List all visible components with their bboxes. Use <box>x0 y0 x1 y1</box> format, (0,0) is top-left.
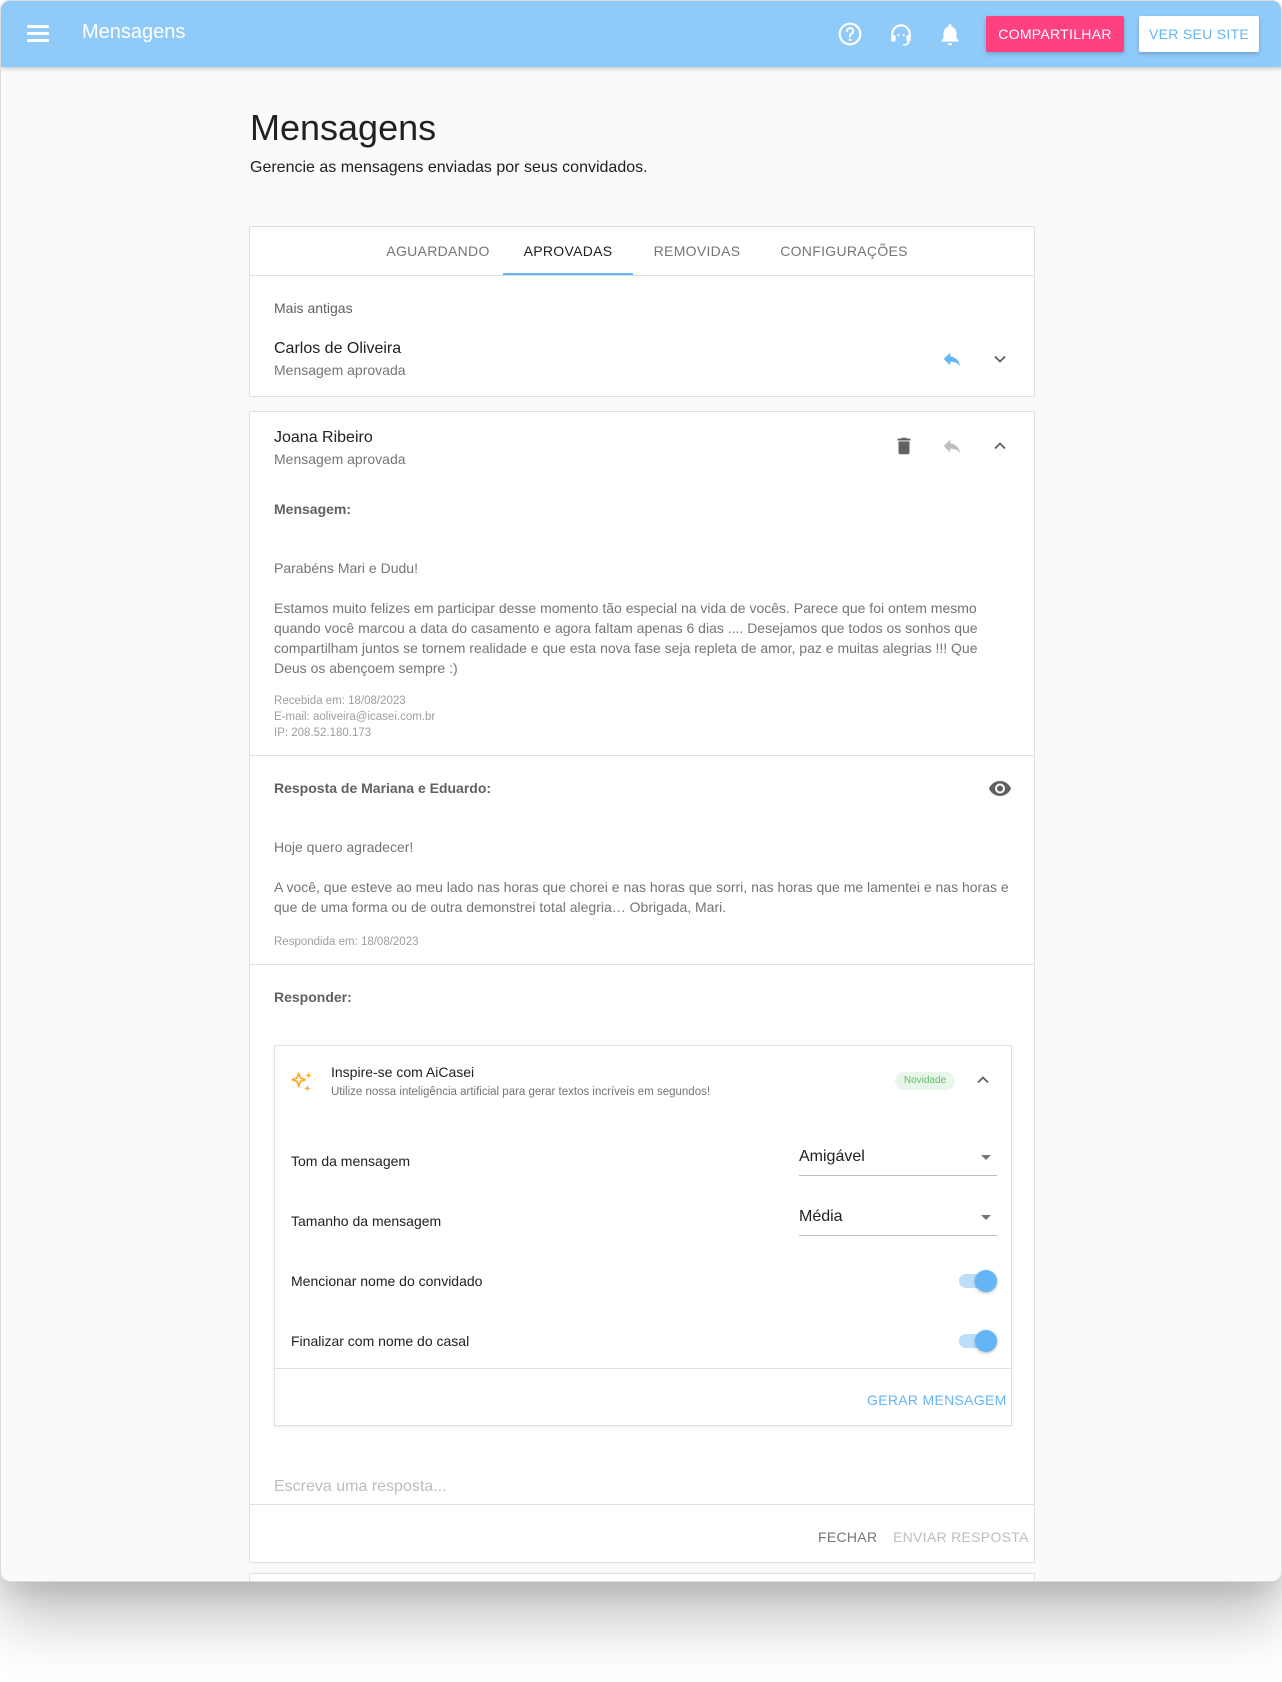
tab-aprovadas[interactable]: APROVADAS <box>503 227 633 275</box>
top-app-bar: Mensagens COMPARTILHAR VER SEU SITE <box>1 1 1281 67</box>
received-date: Recebida em: 18/08/2023 <box>274 695 406 707</box>
help-icon[interactable] <box>837 21 863 47</box>
message-sender-name[interactable]: Joana Ribeiro <box>274 429 373 447</box>
tab-indicator <box>503 273 633 275</box>
app-title: Mensagens <box>82 21 186 43</box>
ai-title: Inspire-se com AiCasei <box>331 1064 475 1080</box>
sender-email: E-mail: aoliveira@icasei.com.br <box>274 711 436 723</box>
sparkle-icon <box>291 1072 312 1092</box>
divider <box>250 1504 1034 1505</box>
tone-select[interactable]: Amigável <box>799 1140 997 1176</box>
size-value: Média <box>799 1208 843 1225</box>
delete-icon[interactable] <box>890 432 918 460</box>
mention-guest-toggle[interactable] <box>959 1269 997 1293</box>
chevron-up-icon[interactable] <box>969 1066 997 1094</box>
tab-bar: AGUARDANDO APROVADAS REMOVIDAS CONFIGURA… <box>250 227 1034 276</box>
mention-guest-label: Mencionar nome do convidado <box>291 1273 483 1289</box>
new-badge: Novidade <box>895 1072 955 1090</box>
send-reply-button[interactable]: ENVIAR RESPOSTA <box>893 1529 1029 1545</box>
reply-section-label: Resposta de Mariana e Eduardo: <box>274 780 492 796</box>
message-status: Mensagem aprovada <box>274 362 406 378</box>
tone-value: Amigável <box>799 1148 865 1165</box>
tab-removidas[interactable]: REMOVIDAS <box>633 227 761 275</box>
dropdown-arrow-icon <box>981 1215 991 1220</box>
message-card-next <box>249 1573 1035 1581</box>
ai-subtitle: Utilize nossa inteligência artificial pa… <box>331 1086 711 1098</box>
bell-icon[interactable] <box>937 21 963 47</box>
replied-date: Respondida em: 18/08/2023 <box>274 936 419 948</box>
reply-icon[interactable] <box>938 345 966 373</box>
chevron-down-icon[interactable] <box>986 345 1014 373</box>
sender-ip: IP: 208.52.180.173 <box>274 727 372 739</box>
ai-assistant-panel: Inspire-se com AiCasei Utilize nossa int… <box>274 1045 1012 1426</box>
message-sender-name[interactable]: Carlos de Oliveira <box>274 340 401 358</box>
message-greeting: Parabéns Mari e Dudu! <box>274 560 418 576</box>
message-body: Estamos muito felizes em participar dess… <box>274 600 978 676</box>
app-window: Mensagens COMPARTILHAR VER SEU SITE Mens… <box>0 0 1282 1582</box>
menu-icon[interactable] <box>27 25 49 43</box>
page-title: Mensagens <box>250 107 437 148</box>
divider <box>250 964 1034 965</box>
eye-icon[interactable] <box>986 774 1014 802</box>
divider <box>275 1368 1011 1369</box>
tab-aguardando[interactable]: AGUARDANDO <box>370 227 506 275</box>
chevron-up-icon[interactable] <box>986 432 1014 460</box>
reply-input[interactable] <box>274 1472 1014 1502</box>
support-icon[interactable] <box>888 21 914 47</box>
size-select[interactable]: Média <box>799 1200 997 1236</box>
message-label: Mensagem: <box>274 501 352 517</box>
reply-icon[interactable] <box>938 432 966 460</box>
share-button[interactable]: COMPARTILHAR <box>986 16 1124 52</box>
sort-label[interactable]: Mais antigas <box>274 300 353 316</box>
close-button[interactable]: FECHAR <box>818 1529 877 1545</box>
dropdown-arrow-icon <box>981 1155 991 1160</box>
generate-message-button[interactable]: GERAR MENSAGEM <box>867 1392 1007 1408</box>
tab-configuracoes[interactable]: CONFIGURAÇÕES <box>761 227 927 275</box>
messages-card: AGUARDANDO APROVADAS REMOVIDAS CONFIGURA… <box>249 226 1035 397</box>
page-subtitle: Gerencie as mensagens enviadas por seus … <box>250 159 648 176</box>
finish-couple-label: Finalizar com nome do casal <box>291 1333 470 1349</box>
message-card-expanded: Joana Ribeiro Mensagem aprovada Mensagem… <box>249 411 1035 1563</box>
message-status: Mensagem aprovada <box>274 451 406 467</box>
finish-couple-toggle[interactable] <box>959 1329 997 1353</box>
view-site-button[interactable]: VER SEU SITE <box>1139 16 1259 52</box>
reply-greeting: Hoje quero agradecer! <box>274 839 414 855</box>
size-label: Tamanho da mensagem <box>291 1213 442 1229</box>
reply-body: A você, que esteve ao meu lado nas horas… <box>274 879 1009 915</box>
divider <box>250 755 1034 756</box>
respond-label: Responder: <box>274 989 352 1005</box>
tone-label: Tom da mensagem <box>291 1153 411 1169</box>
